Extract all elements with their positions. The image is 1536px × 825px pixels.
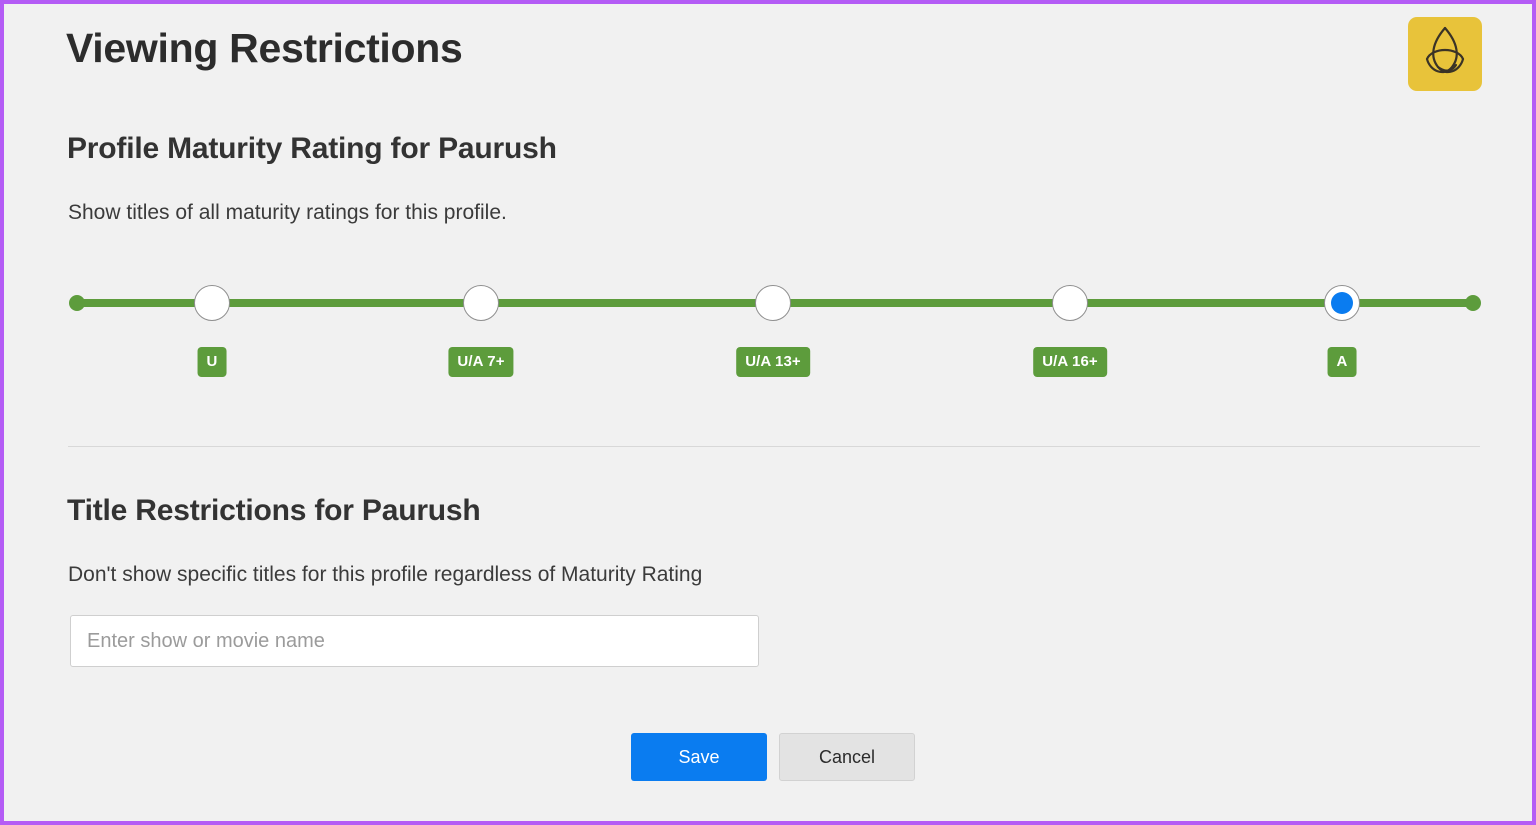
action-button-row: Save Cancel	[631, 733, 915, 781]
cancel-button[interactable]: Cancel	[779, 733, 915, 781]
slider-stop-0[interactable]	[194, 285, 230, 321]
slider-stop-3[interactable]	[1052, 285, 1088, 321]
page-title: Viewing Restrictions	[66, 25, 463, 71]
maturity-section-subtitle: Show titles of all maturity ratings for …	[68, 201, 507, 224]
rating-badge-3[interactable]: U/A 16+	[1033, 347, 1107, 377]
rating-badge-1[interactable]: U/A 7+	[448, 347, 514, 377]
slider-stop-1[interactable]	[463, 285, 499, 321]
title-search-input[interactable]	[70, 615, 759, 667]
page-frame: Viewing Restrictions Profile Maturity Ra…	[0, 0, 1536, 825]
profile-avatar[interactable]	[1408, 17, 1482, 91]
slider-track-start-cap	[69, 295, 85, 311]
title-restrictions-subtitle: Don't show specific titles for this prof…	[68, 563, 703, 586]
maturity-section-heading: Profile Maturity Rating for Paurush	[67, 132, 557, 165]
slider-track-end-cap	[1465, 295, 1481, 311]
maturity-rating-slider[interactable]: U U/A 7+ U/A 13+ U/A 16+ A	[4, 274, 1536, 394]
title-restrictions-heading: Title Restrictions for Paurush	[67, 494, 481, 527]
slider-selected-indicator	[1331, 292, 1353, 314]
rating-badge-0[interactable]: U	[197, 347, 227, 377]
rating-badge-2[interactable]: U/A 13+	[736, 347, 810, 377]
triquetra-icon	[1408, 17, 1482, 91]
slider-stop-4[interactable]	[1324, 285, 1360, 321]
section-divider	[68, 446, 1480, 447]
slider-stop-2[interactable]	[755, 285, 791, 321]
page-surface: Viewing Restrictions Profile Maturity Ra…	[4, 4, 1532, 821]
save-button[interactable]: Save	[631, 733, 767, 781]
rating-badge-4[interactable]: A	[1327, 347, 1357, 377]
